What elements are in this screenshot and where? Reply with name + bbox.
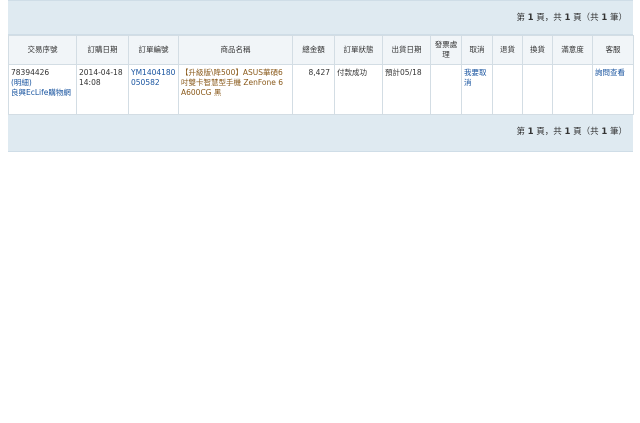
cell-product: 【升級版\降500】ASUS華碩6吋雙卡智慧型手機 ZenFone 6 A600… [178,64,293,115]
col-header-total: 總金額 [292,35,335,65]
service-link[interactable]: 詢問查看 [595,68,625,77]
pager-count: 1 [601,13,608,23]
detail-link[interactable]: (明細) [11,78,74,88]
cell-date: 2014-04-18 14:08 [76,64,129,115]
order-date: 2014-04-18 [79,68,123,77]
cell-service: 詢問查看 [592,64,634,115]
col-header-serial: 交易序號 [8,35,77,65]
pager-total: 1 [564,13,571,23]
cell-cancel: 我要取消 [461,64,493,115]
cell-ship-date: 預計05/18 [382,64,431,115]
cell-serial: 78394426 (明細) 良興EcLife購物網 [8,64,77,115]
col-header-status: 訂單狀態 [334,35,383,65]
orders-table: 交易序號 訂購日期 訂單編號 商品名稱 總金額 訂單狀態 出貨日期 發票處理 取… [8,35,634,115]
col-header-return: 退貨 [492,35,523,65]
cell-invoice [430,64,462,115]
col-header-cancel: 取消 [461,35,493,65]
col-header-satisfaction: 滿意度 [552,35,593,65]
pager-bar-bottom: 第 1 頁，共 1 頁（共 1 筆） [8,115,633,152]
cancel-order-link[interactable]: 我要取消 [464,68,487,87]
col-header-product: 商品名稱 [178,35,293,65]
cell-satisfaction [552,64,593,115]
pager-bottom: 第 1 頁，共 1 頁（共 1 筆） [516,127,627,137]
order-number-link[interactable]: YM1404180050582 [131,68,175,87]
cell-exchange [522,64,553,115]
serial-number: 78394426 [11,68,50,77]
pager-bar-top: 第 1 頁，共 1 頁（共 1 筆） [8,0,633,35]
product-link[interactable]: 【升級版\降500】ASUS華碩6吋雙卡智慧型手機 ZenFone 6 A600… [181,68,283,97]
table-row: 78394426 (明細) 良興EcLife購物網 2014-04-18 14:… [8,64,634,115]
cell-order-no: YM1404180050582 [128,64,179,115]
order-list-panel: 第 1 頁，共 1 頁（共 1 筆） 交易序號 訂購日期 訂單編號 商品名稱 總… [8,0,634,152]
cell-total: 8,427 [292,64,335,115]
cell-status: 付款成功 [334,64,383,115]
table-header-row: 交易序號 訂購日期 訂單編號 商品名稱 總金額 訂單狀態 出貨日期 發票處理 取… [8,35,634,65]
order-time: 14:08 [79,78,101,87]
col-header-invoice: 發票處理 [430,35,462,65]
col-header-exchange: 換貨 [522,35,553,65]
col-header-ship-date: 出貨日期 [382,35,431,65]
pager-top: 第 1 頁，共 1 頁（共 1 筆） [516,13,627,23]
pager-current: 1 [527,13,534,23]
cell-return [492,64,523,115]
col-header-order-no: 訂單編號 [128,35,179,65]
col-header-date: 訂購日期 [76,35,129,65]
col-header-service: 客服 [592,35,634,65]
store-link[interactable]: 良興EcLife購物網 [11,88,74,98]
